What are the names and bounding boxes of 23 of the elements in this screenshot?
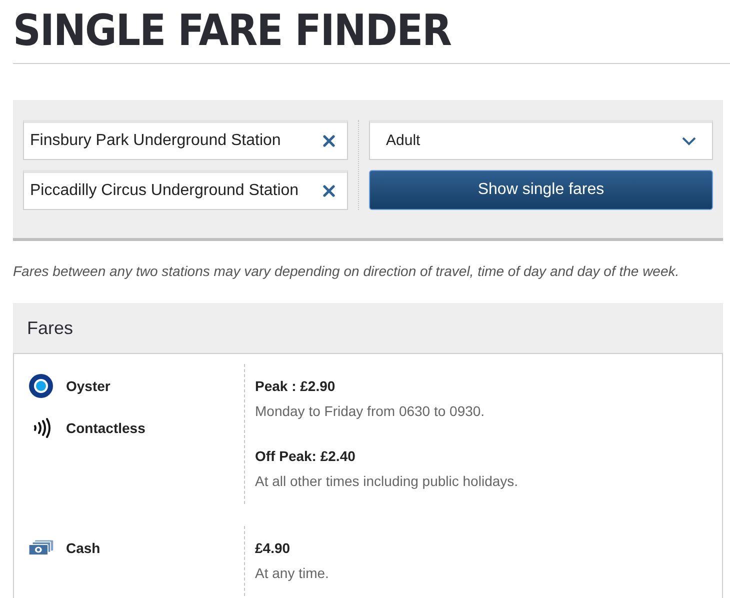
passenger-type-dropdown[interactable]: Adult xyxy=(369,120,713,160)
fare-detail: At any time. xyxy=(255,564,330,583)
from-station-field[interactable]: Finsbury Park Underground Station xyxy=(23,120,348,160)
fare-detail: At all other times including public holidays. xyxy=(255,472,520,491)
fare-price: £4.90 xyxy=(255,539,292,558)
close-icon[interactable] xyxy=(323,185,335,197)
field-value: Finsbury Park Underground Station xyxy=(30,131,282,151)
contactless-icon xyxy=(31,418,51,438)
fare-detail: Monday to Friday from 0630 to 0930. xyxy=(255,402,486,421)
payment-method: Contactless xyxy=(66,418,146,438)
page-title: SINGLE FARE FINDER xyxy=(13,5,452,58)
oyster-card-icon xyxy=(29,374,53,398)
to-station-field[interactable]: Piccadilly Circus Underground Station xyxy=(23,170,348,210)
fare-price: Peak : £2.90 xyxy=(255,377,336,396)
close-icon[interactable] xyxy=(323,135,335,147)
chevron-down-icon xyxy=(682,136,696,146)
show-fares-button[interactable]: Show single fares xyxy=(369,170,713,210)
fares-heading: Fares xyxy=(27,316,74,340)
payment-method: Oyster xyxy=(66,376,110,396)
payment-method: Cash xyxy=(66,538,100,558)
fare-price: Off Peak: £2.40 xyxy=(255,447,356,466)
fares-note: Fares between any two stations may vary depending on direction of travel, time of day and day of the week. xyxy=(13,262,680,281)
field-value: Piccadilly Circus Underground Station xyxy=(30,181,300,201)
